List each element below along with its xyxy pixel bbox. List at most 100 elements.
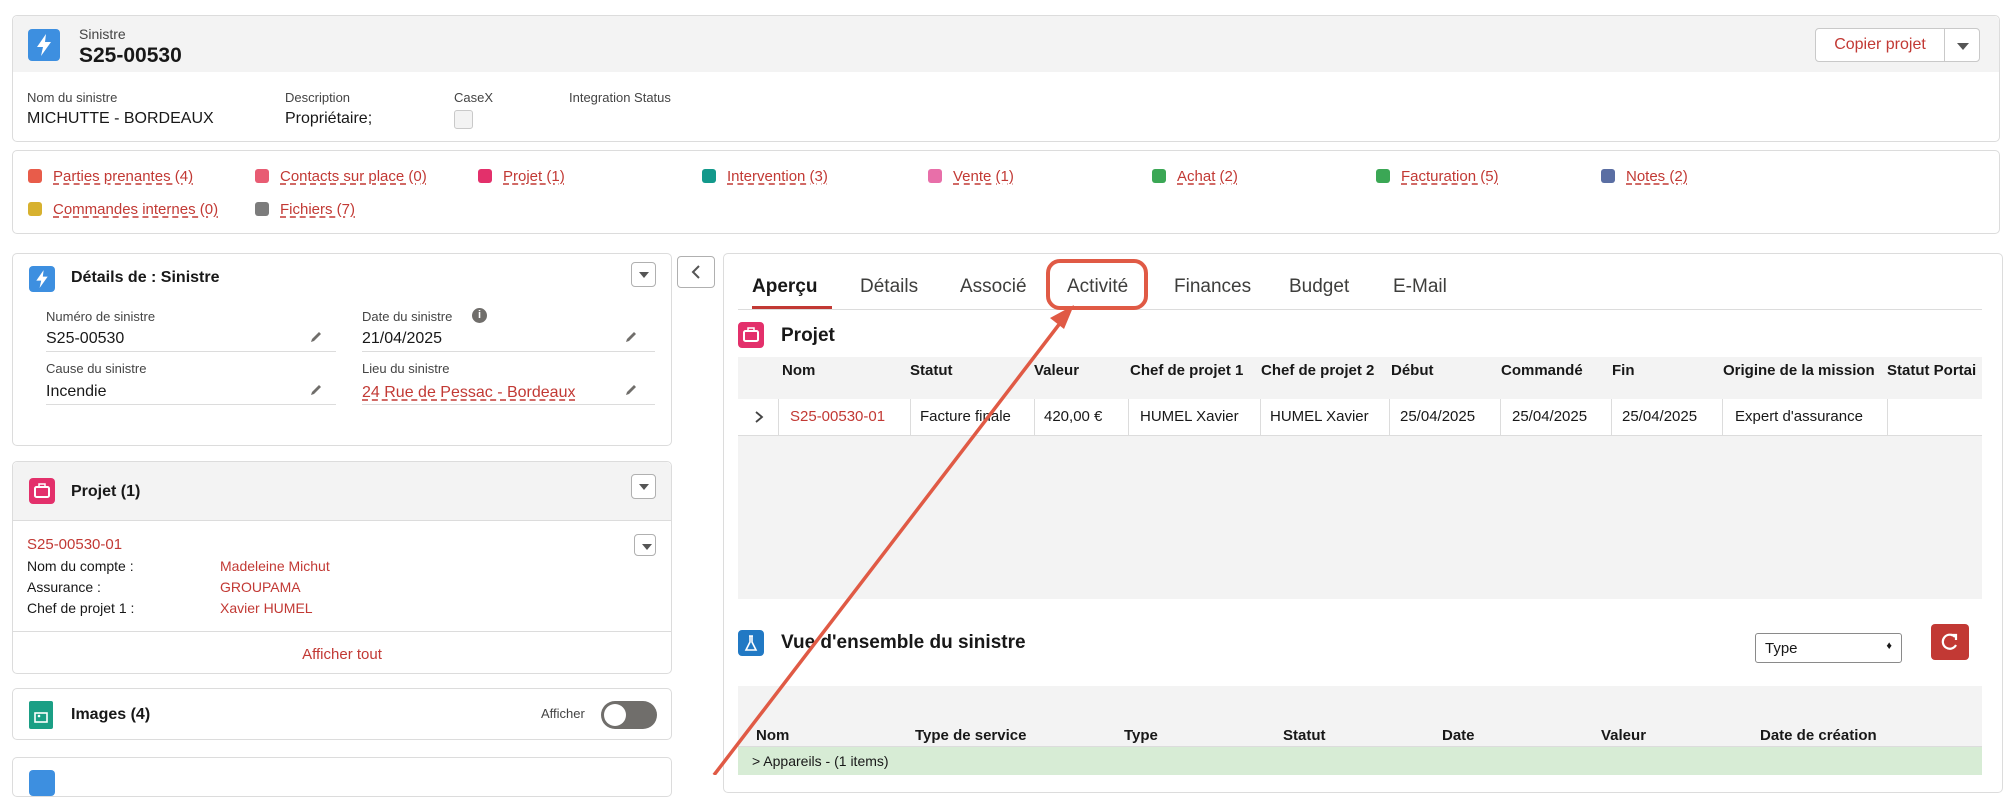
collapse-panel-button[interactable] [677, 256, 715, 288]
refresh-button[interactable] [1931, 624, 1969, 660]
column-header[interactable]: Début [1391, 362, 1434, 379]
field-label-numero: Numéro de sinistre [46, 309, 156, 324]
copy-project-button[interactable]: Copier projet [1815, 28, 1945, 62]
projet-row-menu-button[interactable] [634, 534, 656, 556]
account-link[interactable]: Madeleine Michut [220, 558, 330, 574]
next-card-partial [12, 757, 672, 797]
tab-associe[interactable]: Associé [960, 276, 1027, 298]
table-cell: 420,00 € [1044, 408, 1103, 425]
record-header-top [13, 16, 1999, 72]
overview-column-header[interactable]: Type [1124, 727, 1158, 744]
related-link[interactable]: Projet (1) [503, 168, 565, 185]
copy-project-menu-button[interactable] [1944, 28, 1980, 62]
cell-divider [1611, 399, 1612, 435]
cell-divider [1887, 399, 1888, 435]
field-label-casex: CaseX [454, 90, 494, 105]
type-select-value: Type [1765, 640, 1798, 657]
related-link-icon [1376, 169, 1390, 183]
edit-pencil-icon[interactable] [309, 383, 323, 397]
table-cell: HUMEL Xavier [1140, 408, 1239, 425]
related-link-icon [478, 169, 492, 183]
related-link-icon [28, 202, 42, 216]
column-header[interactable]: Origine de la mission [1723, 362, 1875, 379]
related-link[interactable]: Vente (1) [953, 168, 1014, 185]
edit-pencil-icon[interactable] [309, 330, 323, 344]
overview-column-header[interactable]: Valeur [1601, 727, 1646, 744]
show-toggle-label: Afficher [541, 706, 585, 721]
table-cell: Expert d'assurance [1735, 408, 1863, 425]
column-header[interactable]: Chef de projet 1 [1130, 362, 1243, 379]
insurance-link[interactable]: GROUPAMA [220, 579, 301, 595]
projet-row-link[interactable]: S25-00530-01 [790, 408, 885, 425]
related-link[interactable]: Achat (2) [1177, 168, 1238, 185]
field-label-description: Description [285, 90, 351, 105]
overview-column-header[interactable]: Date [1442, 727, 1475, 744]
row-label-compte: Nom du compte : [27, 558, 134, 574]
group-row[interactable]: > Appareils - (1 items) [738, 747, 1982, 775]
object-type-label: Sinistre [79, 26, 126, 42]
field-label-nom: Nom du sinistre [27, 90, 118, 105]
details-card: Détails de : Sinistre Numéro de sinistre… [12, 253, 672, 446]
field-underline [362, 351, 655, 352]
column-header[interactable]: Nom [782, 362, 815, 379]
divider [13, 631, 671, 632]
projet-card: Projet (1) S25-00530-01 Nom du compte : … [12, 461, 672, 674]
column-header[interactable]: Statut [910, 362, 953, 379]
cell-divider [1034, 399, 1035, 435]
images-card: Images (4) Afficher [12, 688, 672, 740]
column-header[interactable]: Chef de projet 2 [1261, 362, 1374, 379]
tab-budget[interactable]: Budget [1289, 276, 1349, 298]
show-images-toggle[interactable] [601, 701, 657, 729]
field-value-lieu-link[interactable]: 24 Rue de Pessac - Bordeaux [362, 384, 575, 402]
overview-column-header[interactable]: Date de création [1760, 727, 1877, 744]
project-manager-link[interactable]: Xavier HUMEL [220, 600, 313, 616]
show-all-link[interactable]: Afficher tout [13, 646, 671, 663]
column-header[interactable]: Commandé [1501, 362, 1583, 379]
cell-divider [1722, 399, 1723, 435]
related-link[interactable]: Facturation (5) [1401, 168, 1499, 185]
column-header[interactable]: Fin [1612, 362, 1635, 379]
column-header[interactable]: Valeur [1034, 362, 1079, 379]
table-cell: 25/04/2025 [1622, 408, 1698, 425]
tab-finances[interactable]: Finances [1174, 276, 1251, 298]
edit-pencil-icon[interactable] [624, 330, 638, 344]
briefcase-icon [29, 478, 55, 504]
type-select[interactable]: Type ♦ [1755, 633, 1902, 663]
briefcase-icon [738, 322, 764, 348]
related-link[interactable]: Fichiers (7) [280, 201, 355, 218]
overview-column-header[interactable]: Type de service [915, 727, 1026, 744]
related-links-bar [12, 150, 2000, 234]
details-menu-button[interactable] [631, 262, 656, 287]
column-header[interactable]: Statut Portai [1887, 362, 1976, 379]
info-icon: i [472, 308, 487, 323]
projet-record-link[interactable]: S25-00530-01 [27, 536, 122, 553]
lightning-icon [28, 29, 60, 61]
related-link[interactable]: Intervention (3) [727, 168, 828, 185]
tab-activite[interactable]: Activité [1067, 276, 1128, 298]
field-label-lieu: Lieu du sinistre [362, 361, 450, 376]
chevron-right-icon[interactable] [752, 409, 766, 425]
projet-card-menu-button[interactable] [631, 474, 656, 499]
related-link[interactable]: Contacts sur place (0) [280, 168, 427, 185]
edit-pencil-icon[interactable] [624, 383, 638, 397]
field-value-description: Propriétaire; [285, 110, 373, 127]
group-row-label: > Appareils - (1 items) [752, 753, 889, 769]
table-cell: Facture finale [920, 408, 1011, 425]
tab-apercu[interactable]: Aperçu [752, 276, 817, 298]
table-cell: 25/04/2025 [1512, 408, 1588, 425]
cell-divider [1500, 399, 1501, 435]
related-link-icon [255, 202, 269, 216]
overview-column-header[interactable]: Statut [1283, 727, 1326, 744]
related-link[interactable]: Parties prenantes (4) [53, 168, 193, 185]
tab-email[interactable]: E-Mail [1393, 276, 1447, 298]
related-link[interactable]: Commandes internes (0) [53, 201, 218, 218]
row-label-assurance: Assurance : [27, 579, 101, 595]
tabs-bar [738, 309, 1982, 310]
field-underline [46, 351, 336, 352]
tab-details[interactable]: Détails [860, 276, 918, 298]
related-link[interactable]: Notes (2) [1626, 168, 1688, 185]
overview-column-header[interactable]: Nom [756, 727, 789, 744]
cell-divider [910, 399, 911, 435]
projet-card-title: Projet (1) [71, 483, 141, 500]
refresh-icon [1941, 633, 1958, 650]
